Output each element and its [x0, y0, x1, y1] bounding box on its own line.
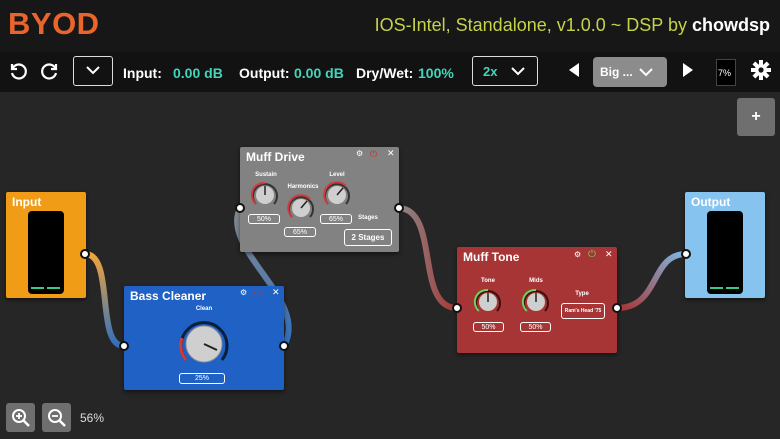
input-out-port[interactable]: [80, 249, 90, 259]
bass-cleaner-out-port[interactable]: [279, 341, 289, 351]
clean-value[interactable]: 25%: [179, 373, 225, 384]
muff-drive-title: Muff Drive: [246, 150, 305, 164]
tone-value[interactable]: 50%: [473, 322, 504, 332]
cable-drive-to-tone: [396, 205, 460, 311]
close-icon[interactable]: ✕: [387, 148, 395, 159]
zoom-in-button[interactable]: [6, 403, 35, 432]
input-level-meter: [28, 211, 64, 294]
sustain-knob[interactable]: [250, 180, 280, 210]
muff-drive-block[interactable]: Muff Drive ⚙ ⏻ ✕ Sustain 50% Harmonics 6…: [240, 147, 399, 252]
muff-drive-in-port[interactable]: [235, 203, 245, 213]
harmonics-label: Harmonics: [287, 184, 319, 190]
bass-cleaner-in-port[interactable]: [119, 341, 129, 351]
zoom-out-icon: [48, 409, 66, 427]
cable-input-to-bass: [82, 251, 127, 349]
output-in-port[interactable]: [681, 249, 691, 259]
muff-drive-out-port[interactable]: [394, 203, 404, 213]
power-icon[interactable]: ⏻: [588, 249, 596, 260]
clean-knob[interactable]: [176, 316, 232, 372]
power-icon[interactable]: ⏻: [370, 149, 377, 160]
block-settings-icon[interactable]: ⚙: [240, 288, 247, 297]
input-block-title: Input: [12, 195, 42, 209]
cable-tone-to-output: [614, 251, 689, 311]
output-block-title: Output: [691, 195, 731, 209]
level-value[interactable]: 65%: [320, 214, 352, 224]
muff-tone-in-port[interactable]: [452, 303, 462, 313]
clean-label: Clean: [195, 306, 213, 312]
tone-label: Tone: [481, 278, 495, 284]
type-label: Type: [575, 291, 589, 297]
muff-tone-out-port[interactable]: [612, 303, 622, 313]
stages-selector[interactable]: 2 Stages: [344, 229, 392, 246]
zoom-out-button[interactable]: [42, 403, 71, 432]
muff-tone-block[interactable]: Muff Tone ⚙ ⏻ ✕ Tone 50% Mids 50% Type R…: [457, 247, 617, 353]
sustain-label: Sustain: [255, 172, 277, 178]
mids-label: Mids: [529, 278, 543, 284]
harmonics-knob[interactable]: [286, 193, 316, 223]
block-settings-icon[interactable]: ⚙: [574, 250, 581, 259]
close-icon[interactable]: ✕: [605, 249, 613, 260]
tone-knob[interactable]: [473, 287, 503, 317]
zoom-in-icon: [12, 409, 30, 427]
bass-cleaner-title: Bass Cleaner: [130, 289, 207, 303]
output-level-meter: [707, 211, 743, 294]
power-icon[interactable]: ⏻: [254, 288, 261, 299]
mids-value[interactable]: 50%: [520, 322, 551, 332]
input-block[interactable]: Input: [6, 192, 86, 298]
bass-cleaner-block[interactable]: Bass Cleaner ⚙ ⏻ ✕ Clean 25%: [124, 286, 284, 390]
output-block[interactable]: Output: [685, 192, 765, 298]
harmonics-value[interactable]: 65%: [284, 227, 316, 237]
block-settings-icon[interactable]: ⚙: [356, 149, 363, 158]
muff-tone-title: Muff Tone: [463, 250, 520, 264]
stages-label: Stages: [358, 215, 378, 221]
mids-knob[interactable]: [521, 287, 551, 317]
close-icon[interactable]: ✕: [272, 287, 280, 298]
zoom-level: 56%: [80, 411, 105, 425]
sustain-value[interactable]: 50%: [248, 214, 280, 224]
level-knob[interactable]: [322, 180, 352, 210]
type-selector[interactable]: Ram's Head '75: [561, 303, 605, 319]
add-processor-button[interactable]: +: [737, 98, 775, 136]
level-label: Level: [329, 172, 345, 178]
